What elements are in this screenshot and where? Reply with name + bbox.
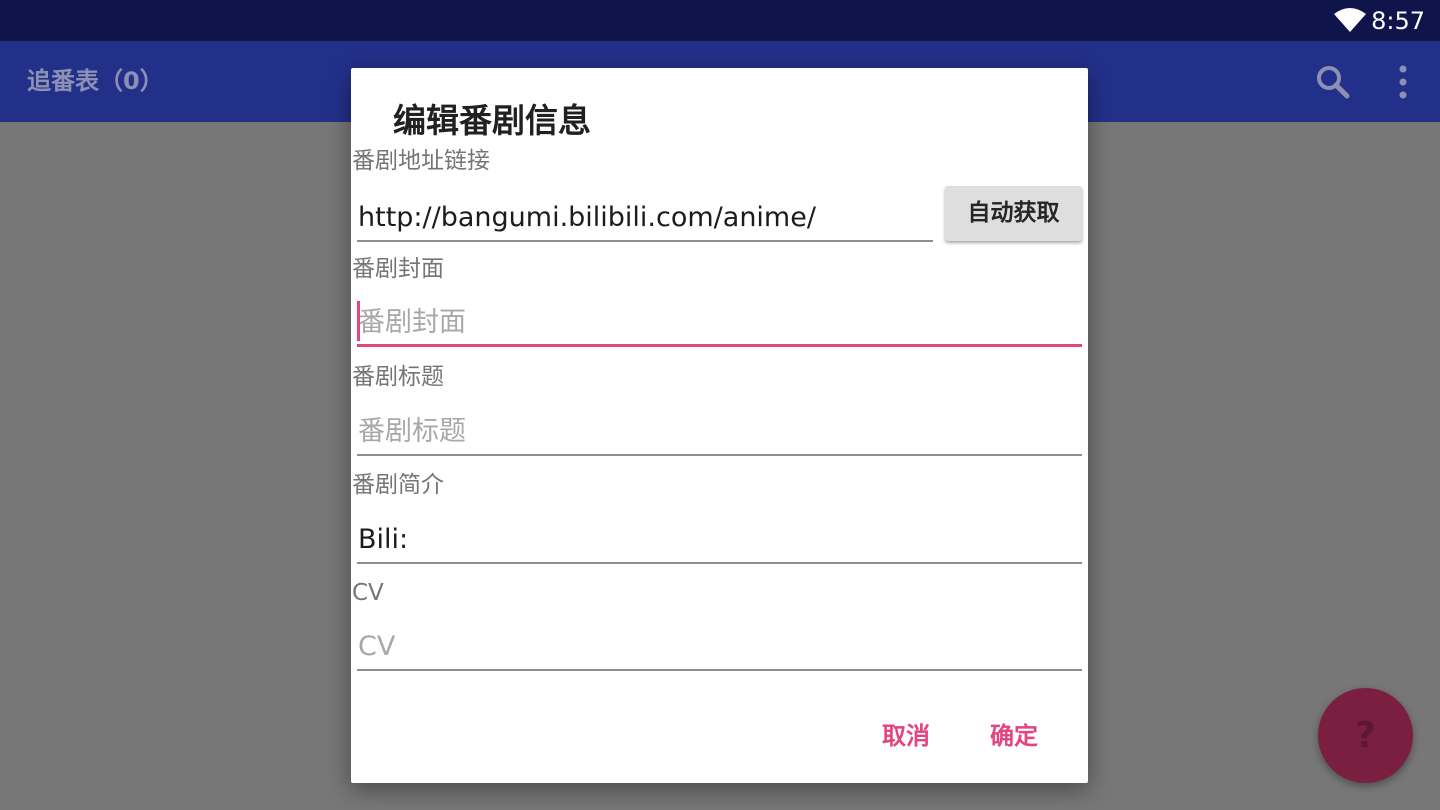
- help-fab[interactable]: ?: [1318, 688, 1413, 783]
- intro-label: 番剧简介: [352, 472, 444, 498]
- confirm-button[interactable]: 确定: [990, 716, 1038, 756]
- search-icon[interactable]: [1314, 63, 1352, 101]
- edit-dialog: 编辑番剧信息 番剧地址链接 自动获取 番剧封面 番剧标题 番剧简介 CV 取消 …: [351, 68, 1088, 783]
- url-field[interactable]: [357, 196, 934, 242]
- cover-input[interactable]: [357, 301, 1083, 343]
- title-input[interactable]: [357, 410, 1083, 452]
- cv-input[interactable]: [357, 625, 1083, 667]
- app-title: 追番表（0）: [27, 67, 164, 95]
- intro-field[interactable]: [357, 518, 1083, 564]
- cancel-button[interactable]: 取消: [882, 716, 930, 756]
- intro-input[interactable]: [357, 518, 1083, 560]
- cv-field[interactable]: [357, 625, 1083, 671]
- text-cursor: [357, 301, 360, 341]
- status-time: 8:57: [1371, 7, 1425, 35]
- cover-field[interactable]: [357, 301, 1083, 347]
- url-input[interactable]: [357, 196, 934, 238]
- url-label: 番剧地址链接: [352, 148, 490, 174]
- title-label: 番剧标题: [352, 364, 444, 390]
- auto-fetch-button[interactable]: 自动获取: [945, 186, 1082, 241]
- dialog-title: 编辑番剧信息: [393, 101, 591, 140]
- title-field[interactable]: [357, 410, 1083, 456]
- wifi-icon: [1334, 8, 1366, 32]
- cover-label: 番剧封面: [352, 256, 444, 282]
- cv-label: CV: [352, 580, 384, 606]
- status-bar: 8:57: [0, 0, 1440, 41]
- more-vert-icon[interactable]: [1392, 63, 1414, 101]
